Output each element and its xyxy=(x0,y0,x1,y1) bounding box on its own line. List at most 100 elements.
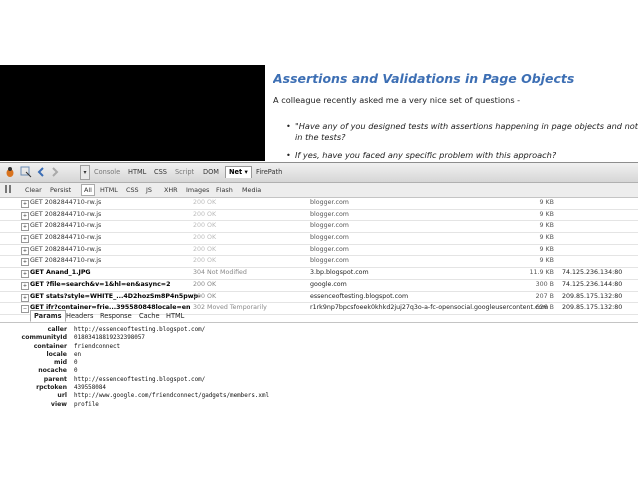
tab-response[interactable]: Response xyxy=(100,311,132,321)
param-row: communityId 01803418819232398057 xyxy=(0,334,638,342)
request-domain: blogger.com xyxy=(310,199,349,206)
param-name: mid xyxy=(54,359,67,367)
panel-menu-button[interactable]: ▾ xyxy=(80,165,90,180)
param-row: rpctoken 439558084 xyxy=(0,384,638,392)
expand-icon[interactable]: + xyxy=(21,211,29,220)
persist-button[interactable]: Persist xyxy=(50,185,71,195)
param-value: http://essenceoftesting.blogspot.com/ xyxy=(74,327,206,333)
expand-icon[interactable]: + xyxy=(21,281,29,290)
request-status: 200 OK xyxy=(193,280,217,288)
request-detail-tabs: Params Headers Response Cache HTML xyxy=(0,309,638,323)
request-ip: 209.85.175.132:80 xyxy=(562,292,623,300)
tab-detail-html[interactable]: HTML xyxy=(166,311,184,321)
param-row: mid 0 xyxy=(0,359,638,367)
expand-icon[interactable]: + xyxy=(21,246,29,255)
inspect-icon[interactable] xyxy=(20,166,32,178)
param-name: container xyxy=(33,342,67,350)
expand-icon[interactable]: + xyxy=(21,293,29,302)
request-status: 200 OK xyxy=(193,292,217,300)
request-domain: 3.bp.blogspot.com xyxy=(310,269,369,277)
expand-icon[interactable]: + xyxy=(21,223,29,232)
request-url: GET stats?style=WHITE_...4D2hozSm8P4n5pw… xyxy=(30,292,201,300)
filter-flash[interactable]: Flash xyxy=(216,185,233,195)
request-status: 200 OK xyxy=(193,222,217,230)
request-domain: blogger.com xyxy=(310,210,349,218)
param-row: container friendconnect xyxy=(0,343,638,351)
request-status: 200 OK xyxy=(193,234,217,242)
tab-html[interactable]: HTML xyxy=(128,167,146,178)
request-row[interactable]: + GET 2082844710-rw.js 200 OK blogger.co… xyxy=(0,256,638,269)
tab-params[interactable]: Params xyxy=(30,310,66,322)
filter-css[interactable]: CSS xyxy=(126,185,139,195)
param-value: 01803418819232398057 xyxy=(74,335,145,342)
blog-post-title[interactable]: Assertions and Validations in Page Objec… xyxy=(273,71,574,86)
request-url: GET ?file=search&v=1&hl=en&async=2 xyxy=(30,280,171,288)
request-status: 304 Not Modified xyxy=(193,269,247,277)
request-url: GET 2082844710-rw.js xyxy=(30,199,102,206)
param-row: url http://www.google.com/friendconnect/… xyxy=(0,392,638,400)
request-url: GET Anand_1.JPG xyxy=(30,269,91,277)
tab-headers[interactable]: Headers xyxy=(66,311,93,321)
tab-script[interactable]: Script xyxy=(175,167,194,178)
param-row: caller http://essenceoftesting.blogspot.… xyxy=(0,326,638,334)
blog-bullet-list: "Have any of you designed tests with ass… xyxy=(286,121,638,161)
request-size: 300 B xyxy=(535,280,554,288)
request-size: 9 KB xyxy=(539,245,554,253)
expand-icon[interactable]: + xyxy=(21,235,29,244)
request-row[interactable]: + GET 2082844710-rw.js 200 OK blogger.co… xyxy=(0,198,638,210)
filter-images[interactable]: Images xyxy=(186,185,209,195)
request-size: 9 KB xyxy=(539,210,554,218)
filter-js[interactable]: JS xyxy=(146,185,152,195)
filter-all[interactable]: All xyxy=(81,184,95,196)
filter-html[interactable]: HTML xyxy=(100,185,118,195)
request-size: 207 B xyxy=(535,292,554,300)
request-domain: blogger.com xyxy=(310,245,349,253)
param-row: nocache 0 xyxy=(0,367,638,375)
request-row[interactable]: + GET 2082844710-rw.js 200 OK blogger.co… xyxy=(0,245,638,257)
param-row: view profile xyxy=(0,401,638,409)
request-row[interactable]: + GET 2082844710-rw.js 200 OK blogger.co… xyxy=(0,233,638,245)
tab-dom[interactable]: DOM xyxy=(203,167,219,178)
param-name: communityId xyxy=(21,334,67,342)
tab-css[interactable]: CSS xyxy=(154,167,167,178)
expand-icon[interactable]: + xyxy=(21,258,29,267)
request-row[interactable]: + GET 2082844710-rw.js 200 OK blogger.co… xyxy=(0,210,638,222)
expand-icon[interactable]: + xyxy=(21,200,29,208)
request-size: 9 KB xyxy=(539,222,554,230)
request-row[interactable]: + GET ?file=search&v=1&hl=en&async=2 200… xyxy=(0,280,638,292)
clear-button[interactable]: Clear xyxy=(25,185,42,195)
forward-arrow-icon[interactable] xyxy=(50,166,60,178)
request-row[interactable]: + GET 2082844710-rw.js 200 OK blogger.co… xyxy=(0,221,638,234)
request-domain: google.com xyxy=(310,280,347,288)
black-video-area xyxy=(0,65,265,161)
params-table: caller http://essenceoftesting.blogspot.… xyxy=(0,326,638,409)
back-arrow-icon[interactable] xyxy=(36,166,46,178)
tab-net[interactable]: Net ▾ xyxy=(225,166,252,178)
tab-cache[interactable]: Cache xyxy=(139,311,160,321)
request-url: GET 2082844710-rw.js xyxy=(30,245,102,253)
request-row[interactable]: + GET Anand_1.JPG 304 Not Modified 3.bp.… xyxy=(0,268,638,280)
filter-xhr[interactable]: XHR xyxy=(164,185,178,195)
expand-icon[interactable]: + xyxy=(21,270,29,279)
request-url: GET 2082844710-rw.js xyxy=(30,222,102,230)
param-value: profile xyxy=(74,401,99,408)
request-ip: 74.125.236.134:80 xyxy=(562,269,623,277)
tab-firepath[interactable]: FirePath xyxy=(256,167,282,178)
request-domain: blogger.com xyxy=(310,222,349,230)
tab-console[interactable]: Console xyxy=(94,167,120,178)
request-row[interactable]: + GET stats?style=WHITE_...4D2hozSm8P4n5… xyxy=(0,292,638,304)
param-name: view xyxy=(50,400,67,408)
request-url: GET 2082844710-rw.js xyxy=(30,257,102,265)
request-ip: 74.125.236.144:80 xyxy=(562,280,623,288)
request-size: 9 KB xyxy=(539,257,554,265)
pause-icon[interactable] xyxy=(4,184,13,196)
firebug-bug-icon[interactable] xyxy=(4,166,16,178)
filter-media[interactable]: Media xyxy=(242,185,261,195)
param-value: 0 xyxy=(74,360,78,367)
blog-bullet: "Have any of you designed tests with ass… xyxy=(286,121,638,143)
request-status: 200 OK xyxy=(193,245,217,253)
param-name: caller xyxy=(47,326,67,333)
firebug-main-toolbar: ▾ Console HTML CSS Script DOM Net ▾ Fire… xyxy=(0,163,638,183)
param-name: locale xyxy=(46,350,67,358)
net-toolbar: Clear Persist All HTML CSS JS XHR Images… xyxy=(0,183,638,198)
